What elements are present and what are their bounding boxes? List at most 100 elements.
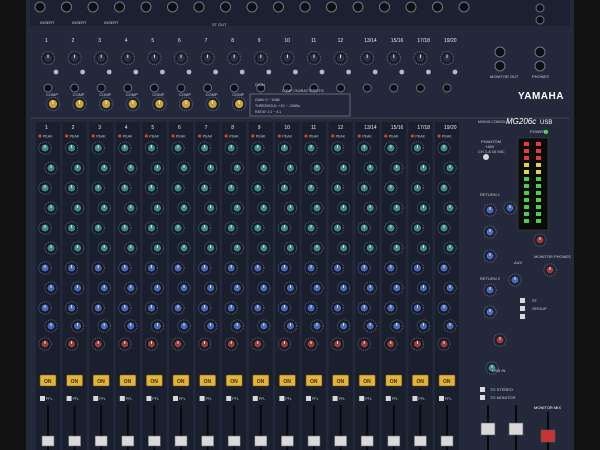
- pfl-button[interactable]: [199, 396, 205, 401]
- channel-fader-cap[interactable]: [307, 435, 321, 447]
- insert-jack[interactable]: [167, 1, 178, 13]
- on-button[interactable]: ON: [146, 374, 163, 387]
- trim-knob[interactable]: [319, 69, 325, 75]
- phones-jack[interactable]: [535, 3, 545, 13]
- output-jack[interactable]: [494, 46, 506, 58]
- pfl-button[interactable]: [306, 396, 311, 401]
- group-button[interactable]: [520, 306, 525, 311]
- on-button[interactable]: ON: [252, 374, 270, 387]
- insert-jack[interactable]: [405, 1, 417, 13]
- trim-knob[interactable]: [106, 69, 112, 75]
- trim-knob[interactable]: [80, 69, 85, 75]
- output-jack[interactable]: [494, 60, 506, 72]
- trim-knob[interactable]: [426, 69, 431, 75]
- channel-fader-cap[interactable]: [68, 435, 81, 447]
- insert-jack[interactable]: [140, 1, 152, 13]
- on-button[interactable]: ON: [199, 374, 216, 387]
- pfl-button[interactable]: [40, 396, 45, 401]
- insert-jack[interactable]: [61, 1, 72, 13]
- on-button[interactable]: ON: [172, 374, 190, 387]
- on-button[interactable]: ON: [225, 374, 243, 387]
- input-jack[interactable]: [362, 83, 372, 93]
- group-button[interactable]: [520, 314, 525, 319]
- input-jack[interactable]: [336, 83, 346, 93]
- output-jack[interactable]: [534, 46, 546, 58]
- insert-jack[interactable]: [432, 1, 443, 13]
- trim-knob[interactable]: [133, 69, 139, 75]
- on-button[interactable]: ON: [412, 374, 429, 387]
- pfl-button[interactable]: [119, 396, 125, 401]
- input-jack[interactable]: [229, 83, 239, 93]
- pfl-button[interactable]: [332, 396, 338, 401]
- channel-fader-cap[interactable]: [360, 435, 374, 447]
- pfl-button[interactable]: [412, 396, 418, 401]
- channel-fader-cap[interactable]: [334, 435, 347, 447]
- trim-knob[interactable]: [346, 69, 351, 75]
- group-button[interactable]: [520, 298, 525, 303]
- channel-fader-cap[interactable]: [387, 435, 401, 447]
- trim-knob[interactable]: [293, 69, 298, 75]
- trim-knob[interactable]: [53, 69, 59, 75]
- insert-jack[interactable]: [273, 1, 284, 13]
- insert-jack[interactable]: [246, 1, 258, 13]
- insert-jack[interactable]: [379, 1, 390, 13]
- pfl-button[interactable]: [252, 396, 258, 401]
- trim-knob[interactable]: [266, 69, 272, 75]
- output-jack[interactable]: [535, 15, 545, 25]
- input-jack[interactable]: [415, 83, 425, 93]
- pfl-button[interactable]: [226, 396, 232, 401]
- trim-knob[interactable]: [399, 69, 405, 75]
- channel-fader-cap[interactable]: [148, 435, 161, 447]
- insert-jack[interactable]: [87, 1, 99, 13]
- phantom-switch[interactable]: [483, 154, 489, 160]
- trim-knob[interactable]: [452, 69, 458, 75]
- on-button[interactable]: ON: [438, 374, 456, 387]
- on-button[interactable]: ON: [66, 374, 83, 387]
- to-stereo-button[interactable]: [480, 387, 485, 392]
- input-jack[interactable]: [70, 83, 80, 93]
- input-jack[interactable]: [149, 83, 159, 93]
- channel-fader-cap[interactable]: [174, 435, 188, 447]
- insert-jack[interactable]: [299, 1, 311, 13]
- insert-jack[interactable]: [34, 1, 46, 13]
- channel-fader-cap[interactable]: [227, 435, 241, 447]
- insert-jack[interactable]: [114, 1, 125, 13]
- trim-knob[interactable]: [186, 69, 192, 75]
- insert-jack[interactable]: [352, 1, 364, 13]
- on-button[interactable]: ON: [358, 374, 376, 387]
- on-button[interactable]: ON: [279, 374, 296, 387]
- pfl-button[interactable]: [279, 396, 285, 401]
- channel-fader-cap[interactable]: [121, 435, 135, 447]
- trim-knob[interactable]: [213, 69, 219, 75]
- channel-fader-cap[interactable]: [281, 435, 294, 447]
- master-fader-cap[interactable]: [480, 422, 496, 436]
- output-jack[interactable]: [534, 60, 546, 72]
- on-button[interactable]: ON: [92, 374, 110, 387]
- channel-fader-cap[interactable]: [94, 435, 108, 447]
- input-jack[interactable]: [43, 83, 53, 93]
- trim-knob[interactable]: [160, 69, 165, 75]
- master-fader-cap[interactable]: [508, 422, 524, 436]
- on-button[interactable]: ON: [332, 374, 349, 387]
- trim-knob[interactable]: [239, 69, 245, 75]
- input-jack[interactable]: [442, 83, 452, 93]
- insert-jack[interactable]: [193, 1, 205, 13]
- pfl-button[interactable]: [385, 396, 391, 401]
- on-button[interactable]: ON: [385, 374, 403, 387]
- input-jack[interactable]: [203, 83, 213, 93]
- input-jack[interactable]: [123, 83, 133, 93]
- master-fader-cap[interactable]: [540, 429, 556, 443]
- input-jack[interactable]: [176, 83, 186, 93]
- pfl-button[interactable]: [93, 396, 99, 401]
- pfl-button[interactable]: [439, 396, 444, 401]
- channel-fader-cap[interactable]: [254, 435, 268, 447]
- pfl-button[interactable]: [173, 396, 178, 401]
- insert-jack[interactable]: [326, 1, 337, 13]
- on-button[interactable]: ON: [305, 374, 323, 387]
- pfl-button[interactable]: [359, 396, 365, 401]
- channel-fader-cap[interactable]: [41, 435, 55, 447]
- input-jack[interactable]: [96, 83, 106, 93]
- to-monitor-button[interactable]: [480, 395, 485, 400]
- pfl-button[interactable]: [66, 396, 72, 401]
- pfl-button[interactable]: [146, 396, 152, 401]
